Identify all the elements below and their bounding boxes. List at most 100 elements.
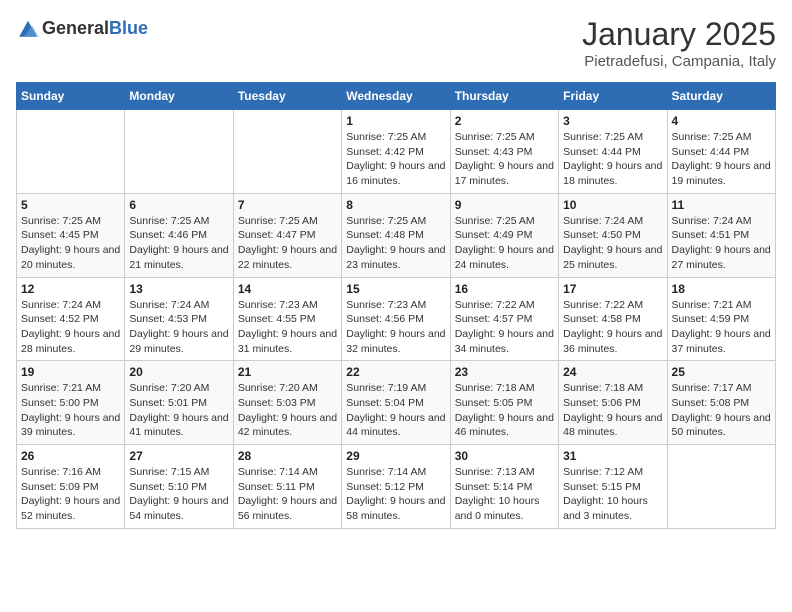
day-info: Sunrise: 7:22 AM Sunset: 4:58 PM Dayligh… — [563, 298, 662, 357]
day-number: 15 — [346, 282, 445, 296]
logo-general: General — [42, 18, 109, 38]
day-of-week-header: Wednesday — [342, 83, 450, 110]
day-info: Sunrise: 7:24 AM Sunset: 4:50 PM Dayligh… — [563, 214, 662, 273]
calendar-cell: 20 Sunrise: 7:20 AM Sunset: 5:01 PM Dayli… — [125, 361, 233, 445]
calendar-cell: 22 Sunrise: 7:19 AM Sunset: 5:04 PM Dayli… — [342, 361, 450, 445]
day-info: Sunrise: 7:23 AM Sunset: 4:56 PM Dayligh… — [346, 298, 445, 357]
day-info: Sunrise: 7:13 AM Sunset: 5:14 PM Dayligh… — [455, 465, 554, 524]
calendar-week-row: 19Sunrise: 7:21 AM Sunset: 5:00 PM Dayli… — [17, 361, 776, 445]
day-number: 27 — [129, 449, 228, 463]
day-info: Sunrise: 7:14 AM Sunset: 5:12 PM Dayligh… — [346, 465, 445, 524]
day-info: Sunrise: 7:25 AM Sunset: 4:43 PM Dayligh… — [455, 130, 554, 189]
day-number: 28 — [238, 449, 337, 463]
day-info: Sunrise: 7:18 AM Sunset: 5:05 PM Dayligh… — [455, 381, 554, 440]
calendar-cell: 30 Sunrise: 7:13 AM Sunset: 5:14 PM Dayli… — [450, 445, 558, 529]
month-title: January 2025 — [582, 16, 776, 53]
day-number: 13 — [129, 282, 228, 296]
day-info: Sunrise: 7:21 AM Sunset: 5:00 PM Dayligh… — [21, 381, 120, 440]
day-number: 22 — [346, 365, 445, 379]
calendar-cell: 27 Sunrise: 7:15 AM Sunset: 5:10 PM Dayli… — [125, 445, 233, 529]
day-number: 11 — [672, 198, 771, 212]
calendar-cell: 25Sunrise: 7:17 AM Sunset: 5:08 PM Dayli… — [667, 361, 775, 445]
page-header: GeneralBlue January 2025 Pietradefusi, C… — [16, 16, 776, 70]
day-number: 2 — [455, 114, 554, 128]
day-number: 8 — [346, 198, 445, 212]
day-info: Sunrise: 7:15 AM Sunset: 5:10 PM Dayligh… — [129, 465, 228, 524]
calendar-cell: 31 Sunrise: 7:12 AM Sunset: 5:15 PM Dayli… — [559, 445, 667, 529]
day-number: 23 — [455, 365, 554, 379]
logo-blue: Blue — [109, 18, 148, 38]
day-info: Sunrise: 7:25 AM Sunset: 4:44 PM Dayligh… — [672, 130, 771, 189]
calendar-cell: 24Sunrise: 7:18 AM Sunset: 5:06 PM Dayli… — [559, 361, 667, 445]
day-of-week-header: Saturday — [667, 83, 775, 110]
day-info: Sunrise: 7:25 AM Sunset: 4:42 PM Dayligh… — [346, 130, 445, 189]
calendar-cell: 6Sunrise: 7:25 AM Sunset: 4:46 PM Daylig… — [125, 193, 233, 277]
day-info: Sunrise: 7:20 AM Sunset: 5:01 PM Dayligh… — [129, 381, 228, 440]
calendar-cell: 29 Sunrise: 7:14 AM Sunset: 5:12 PM Dayli… — [342, 445, 450, 529]
day-of-week-header: Monday — [125, 83, 233, 110]
title-block: January 2025 Pietradefusi, Campania, Ita… — [582, 16, 776, 70]
calendar-cell: 12Sunrise: 7:24 AM Sunset: 4:52 PM Dayli… — [17, 277, 125, 361]
day-number: 31 — [563, 449, 662, 463]
day-info: Sunrise: 7:21 AM Sunset: 4:59 PM Dayligh… — [672, 298, 771, 357]
calendar-cell: 28 Sunrise: 7:14 AM Sunset: 5:11 PM Dayli… — [233, 445, 341, 529]
day-number: 16 — [455, 282, 554, 296]
day-info: Sunrise: 7:25 AM Sunset: 4:47 PM Dayligh… — [238, 214, 337, 273]
day-number: 20 — [129, 365, 228, 379]
day-info: Sunrise: 7:12 AM Sunset: 5:15 PM Dayligh… — [563, 465, 662, 524]
calendar-cell — [667, 445, 775, 529]
day-number: 18 — [672, 282, 771, 296]
calendar-cell — [125, 110, 233, 194]
day-number: 29 — [346, 449, 445, 463]
calendar-cell — [233, 110, 341, 194]
day-number: 4 — [672, 114, 771, 128]
day-info: Sunrise: 7:14 AM Sunset: 5:11 PM Dayligh… — [238, 465, 337, 524]
logo-text: GeneralBlue — [42, 18, 148, 39]
day-number: 21 — [238, 365, 337, 379]
day-of-week-header: Sunday — [17, 83, 125, 110]
calendar-cell: 23 Sunrise: 7:18 AM Sunset: 5:05 PM Dayli… — [450, 361, 558, 445]
day-info: Sunrise: 7:23 AM Sunset: 4:55 PM Dayligh… — [238, 298, 337, 357]
day-info: Sunrise: 7:25 AM Sunset: 4:48 PM Dayligh… — [346, 214, 445, 273]
day-number: 5 — [21, 198, 120, 212]
day-number: 1 — [346, 114, 445, 128]
calendar-cell: 14Sunrise: 7:23 AM Sunset: 4:55 PM Dayli… — [233, 277, 341, 361]
logo: GeneralBlue — [16, 16, 148, 40]
calendar-cell: 18 Sunrise: 7:21 AM Sunset: 4:59 PM Dayli… — [667, 277, 775, 361]
calendar-cell: 13 Sunrise: 7:24 AM Sunset: 4:53 PM Dayli… — [125, 277, 233, 361]
day-info: Sunrise: 7:20 AM Sunset: 5:03 PM Dayligh… — [238, 381, 337, 440]
calendar-cell: 26 Sunrise: 7:16 AM Sunset: 5:09 PM Dayli… — [17, 445, 125, 529]
calendar-table: SundayMondayTuesdayWednesdayThursdayFrid… — [16, 82, 776, 529]
day-info: Sunrise: 7:24 AM Sunset: 4:51 PM Dayligh… — [672, 214, 771, 273]
calendar-cell: 1 Sunrise: 7:25 AM Sunset: 4:42 PM Daylig… — [342, 110, 450, 194]
calendar-cell — [17, 110, 125, 194]
calendar-cell: 7 Sunrise: 7:25 AM Sunset: 4:47 PM Daylig… — [233, 193, 341, 277]
day-number: 7 — [238, 198, 337, 212]
calendar-cell: 5Sunrise: 7:25 AM Sunset: 4:45 PM Daylig… — [17, 193, 125, 277]
day-info: Sunrise: 7:25 AM Sunset: 4:44 PM Dayligh… — [563, 130, 662, 189]
calendar-cell: 21 Sunrise: 7:20 AM Sunset: 5:03 PM Dayli… — [233, 361, 341, 445]
day-info: Sunrise: 7:18 AM Sunset: 5:06 PM Dayligh… — [563, 381, 662, 440]
day-number: 6 — [129, 198, 228, 212]
day-info: Sunrise: 7:16 AM Sunset: 5:09 PM Dayligh… — [21, 465, 120, 524]
calendar-cell: 9Sunrise: 7:25 AM Sunset: 4:49 PM Daylig… — [450, 193, 558, 277]
day-info: Sunrise: 7:22 AM Sunset: 4:57 PM Dayligh… — [455, 298, 554, 357]
calendar-cell: 10 Sunrise: 7:24 AM Sunset: 4:50 PM Dayli… — [559, 193, 667, 277]
day-number: 9 — [455, 198, 554, 212]
day-info: Sunrise: 7:24 AM Sunset: 4:52 PM Dayligh… — [21, 298, 120, 357]
calendar-cell: 17 Sunrise: 7:22 AM Sunset: 4:58 PM Dayli… — [559, 277, 667, 361]
calendar-cell: 15 Sunrise: 7:23 AM Sunset: 4:56 PM Dayli… — [342, 277, 450, 361]
logo-icon — [16, 16, 40, 40]
calendar-cell: 3Sunrise: 7:25 AM Sunset: 4:44 PM Daylig… — [559, 110, 667, 194]
day-number: 26 — [21, 449, 120, 463]
day-info: Sunrise: 7:24 AM Sunset: 4:53 PM Dayligh… — [129, 298, 228, 357]
day-info: Sunrise: 7:19 AM Sunset: 5:04 PM Dayligh… — [346, 381, 445, 440]
calendar-body: 1 Sunrise: 7:25 AM Sunset: 4:42 PM Daylig… — [17, 110, 776, 529]
calendar-week-row: 12Sunrise: 7:24 AM Sunset: 4:52 PM Dayli… — [17, 277, 776, 361]
day-of-week-header: Tuesday — [233, 83, 341, 110]
calendar-header-row: SundayMondayTuesdayWednesdayThursdayFrid… — [17, 83, 776, 110]
day-number: 30 — [455, 449, 554, 463]
day-number: 10 — [563, 198, 662, 212]
calendar-cell: 4 Sunrise: 7:25 AM Sunset: 4:44 PM Daylig… — [667, 110, 775, 194]
day-number: 17 — [563, 282, 662, 296]
